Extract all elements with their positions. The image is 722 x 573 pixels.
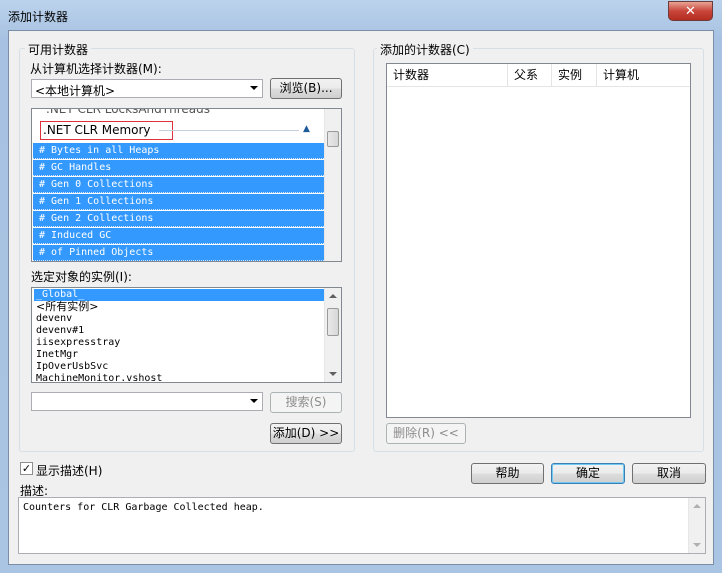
counter-item[interactable]: # Gen 1 Collections — [33, 194, 324, 210]
category-underline — [159, 130, 299, 131]
instance-item[interactable]: InetMgr — [36, 349, 78, 361]
description-scrollbar[interactable] — [688, 498, 705, 553]
computer-select-value: <本地计算机> — [35, 84, 116, 98]
ok-button[interactable]: 确定 — [551, 463, 625, 484]
instance-item[interactable]: devenv#1 — [36, 325, 84, 337]
cancel-button[interactable]: 取消 — [632, 463, 706, 484]
scroll-thumb[interactable] — [327, 131, 339, 147]
computer-select[interactable]: <本地计算机> — [31, 79, 263, 98]
instances-list[interactable]: _Global_ <所有实例> devenv devenv#1 iisexpre… — [31, 287, 342, 383]
dialog-client: 可用计数器 从计算机选择计数器(M): <本地计算机> 浏览(B)... .NE… — [8, 30, 714, 565]
instance-item[interactable]: IpOverUsbSvc — [36, 361, 108, 373]
added-counters-list[interactable]: 计数器 父系 实例 计算机 — [386, 63, 691, 418]
column-header-counter[interactable]: 计数器 — [387, 64, 508, 86]
column-header-row: 计数器 父系 实例 计算机 — [387, 64, 690, 87]
browse-button[interactable]: 浏览(B)... — [270, 78, 342, 99]
instance-item[interactable]: MachineMonitor.vshost — [36, 373, 162, 382]
select-computer-label: 从计算机选择计数器(M): — [30, 62, 162, 76]
counter-item[interactable]: # GC Handles — [33, 160, 324, 176]
close-button[interactable]: ✕ — [668, 1, 713, 21]
counter-item[interactable]: # Gen 0 Collections — [33, 177, 324, 193]
column-header-instance[interactable]: 实例 — [552, 64, 597, 86]
chevron-down-icon — [250, 399, 258, 403]
add-button[interactable]: 添加(D) >> — [270, 423, 342, 444]
scroll-down-icon[interactable] — [329, 372, 337, 376]
scroll-thumb[interactable] — [327, 308, 339, 336]
chevron-down-icon — [250, 86, 258, 90]
window-title: 添加计数器 — [8, 10, 69, 24]
instances-label: 选定对象的实例(I): — [31, 270, 132, 284]
show-description-label: 显示描述(H) — [36, 464, 103, 478]
description-box[interactable]: Counters for CLR Garbage Collected heap. — [18, 497, 706, 554]
collapse-chevron-icon[interactable]: ▲ — [303, 124, 310, 134]
instances-scrollbar[interactable] — [324, 288, 341, 382]
added-counters-label: 添加的计数器(C) — [377, 41, 473, 58]
counter-item[interactable]: # Bytes in all Heaps — [33, 143, 324, 159]
search-button[interactable]: 搜索(S) — [270, 392, 342, 413]
dialog-window: 添加计数器 ✕ 可用计数器 从计算机选择计数器(M): <本地计算机> 浏览(B… — [0, 0, 722, 573]
list-item-partial[interactable]: .NET CLR LocksAndThreads — [46, 109, 210, 116]
category-row[interactable]: .NET CLR Memory ▲ — [33, 119, 324, 141]
remove-button[interactable]: 删除(R) << — [386, 423, 466, 444]
column-header-computer[interactable]: 计算机 — [597, 64, 690, 86]
counters-list[interactable]: .NET CLR LocksAndThreads .NET CLR Memory… — [31, 108, 342, 262]
column-header-parent[interactable]: 父系 — [508, 64, 552, 86]
scroll-up-icon[interactable] — [329, 294, 337, 298]
description-text: Counters for CLR Garbage Collected heap. — [23, 502, 264, 513]
scroll-up-icon[interactable] — [693, 504, 701, 508]
category-label: .NET CLR Memory — [43, 123, 151, 137]
scroll-down-icon[interactable] — [693, 543, 701, 547]
available-counters-label: 可用计数器 — [25, 41, 92, 58]
counter-item[interactable]: # Induced GC — [33, 228, 324, 244]
title-bar[interactable]: 添加计数器 ✕ — [0, 0, 722, 30]
instance-item[interactable]: <所有实例> — [36, 301, 98, 313]
help-button[interactable]: 帮助 — [471, 463, 544, 484]
instance-item[interactable]: iisexpresstray — [36, 337, 120, 349]
counters-scrollbar[interactable] — [324, 109, 341, 261]
search-input[interactable] — [31, 392, 263, 411]
counter-item[interactable]: # Gen 2 Collections — [33, 211, 324, 227]
instance-item[interactable]: devenv — [36, 313, 72, 325]
counter-item[interactable]: # of Pinned Objects — [33, 245, 324, 261]
show-description-checkbox[interactable]: ✓ — [20, 462, 33, 475]
